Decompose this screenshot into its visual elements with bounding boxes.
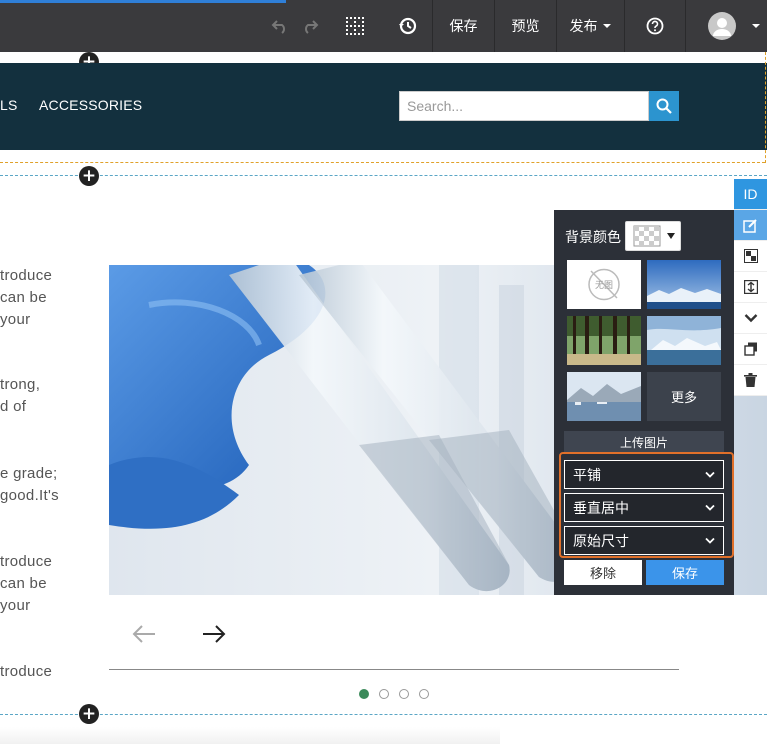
remove-button[interactable]: 移除 [564,560,642,585]
history-icon[interactable] [392,0,424,52]
chevron-down-icon [705,537,715,544]
bg-thumbnail-lake-mountains[interactable] [567,372,641,421]
chevron-down-icon [705,504,715,511]
help-icon[interactable] [625,0,685,52]
id-button[interactable]: ID [734,179,767,210]
body-text-line: trong, [0,376,41,393]
add-section-icon[interactable]: + [79,704,99,724]
redo-icon[interactable] [298,0,322,52]
id-label: ID [743,186,758,202]
nav-item-accessories[interactable]: ACCESSORIES [39,97,142,113]
editor-canvas: 保存 预览 发布 + LS ACCESSORIES + troduce can … [0,0,767,744]
position-select-value: 垂直居中 [573,500,629,517]
chevron-down-icon[interactable] [734,303,767,334]
body-text-line: e grade; [0,465,58,482]
no-image-thumbnail[interactable]: 无图 [567,260,641,309]
avatar-icon[interactable] [706,0,738,52]
slider-dot-3[interactable] [399,689,409,699]
grid-icon[interactable] [340,0,370,52]
bg-thumbnail-glacier-sky[interactable] [647,260,721,309]
nav-item-ls[interactable]: LS [0,97,18,113]
slider-dot-4[interactable] [419,689,429,699]
search-button[interactable] [649,91,679,121]
body-text-line: troduce [0,663,53,680]
position-select[interactable]: 垂直居中 [564,493,724,522]
upload-image-button[interactable]: 上传图片 [564,431,724,453]
more-backgrounds-button[interactable]: 更多 [647,372,721,421]
trash-icon[interactable] [734,365,767,396]
body-text-line: good.It's [0,487,59,504]
search-input[interactable] [399,91,649,121]
publish-button[interactable]: 发布 [557,0,624,52]
preview-button[interactable]: 预览 [495,0,556,52]
background-color-picker[interactable] [625,221,681,251]
panel-save-button[interactable]: 保存 [646,560,724,585]
body-text-line: your [0,597,31,614]
section-divider-bottom [0,714,767,715]
body-text-line: can be [0,289,47,306]
search-icon [656,98,672,114]
undo-icon[interactable] [268,0,292,52]
save-button[interactable]: 保存 [433,0,494,52]
slider-dot-1[interactable] [359,689,369,699]
body-text-line: troduce [0,267,53,284]
chevron-down-icon [705,471,715,478]
body-text-line: can be [0,575,47,592]
panel-title: 背景颜色 [565,230,621,246]
repeat-select-value: 平铺 [573,467,601,484]
copy-icon[interactable] [734,334,767,365]
add-section-icon[interactable]: + [79,166,99,186]
preview-label: 预览 [511,19,540,35]
account-caret-down-icon[interactable] [748,0,764,52]
size-select[interactable]: 原始尺寸 [564,526,724,555]
caret-down-icon [602,24,611,28]
body-text-line: your [0,311,31,328]
size-select-value: 原始尺寸 [573,533,629,550]
bg-thumbnail-forest[interactable] [567,316,641,365]
publish-label: 发布 [569,19,598,35]
dropdown-caret-icon [667,233,675,239]
progress-bar [0,0,286,3]
slider-dot-2[interactable] [379,689,389,699]
no-image-label: 无图 [594,281,613,291]
footer-shadow [0,727,500,744]
resize-icon[interactable] [734,272,767,303]
body-text-line: troduce [0,553,53,570]
edit-icon[interactable] [734,210,767,241]
prev-arrow-icon[interactable] [131,622,157,651]
section-divider-top [0,175,767,176]
editor-toolbar: 保存 预览 发布 [0,0,767,52]
body-text-line: d of [0,398,27,415]
bg-thumbnail-iceberg[interactable] [647,316,721,365]
next-arrow-icon[interactable] [201,622,227,651]
slider-divider [109,669,679,670]
repeat-select[interactable]: 平铺 [564,460,724,489]
side-toolbar: ID [734,179,767,396]
section-outline-right [765,52,766,163]
save-label: 保存 [449,19,478,35]
section-outline-bottom [0,162,765,163]
background-settings-panel: 背景颜色 无图 更多 上传图片 平铺 垂直居中 原始尺寸 移除 保存 [554,210,734,595]
background-icon[interactable] [734,241,767,272]
